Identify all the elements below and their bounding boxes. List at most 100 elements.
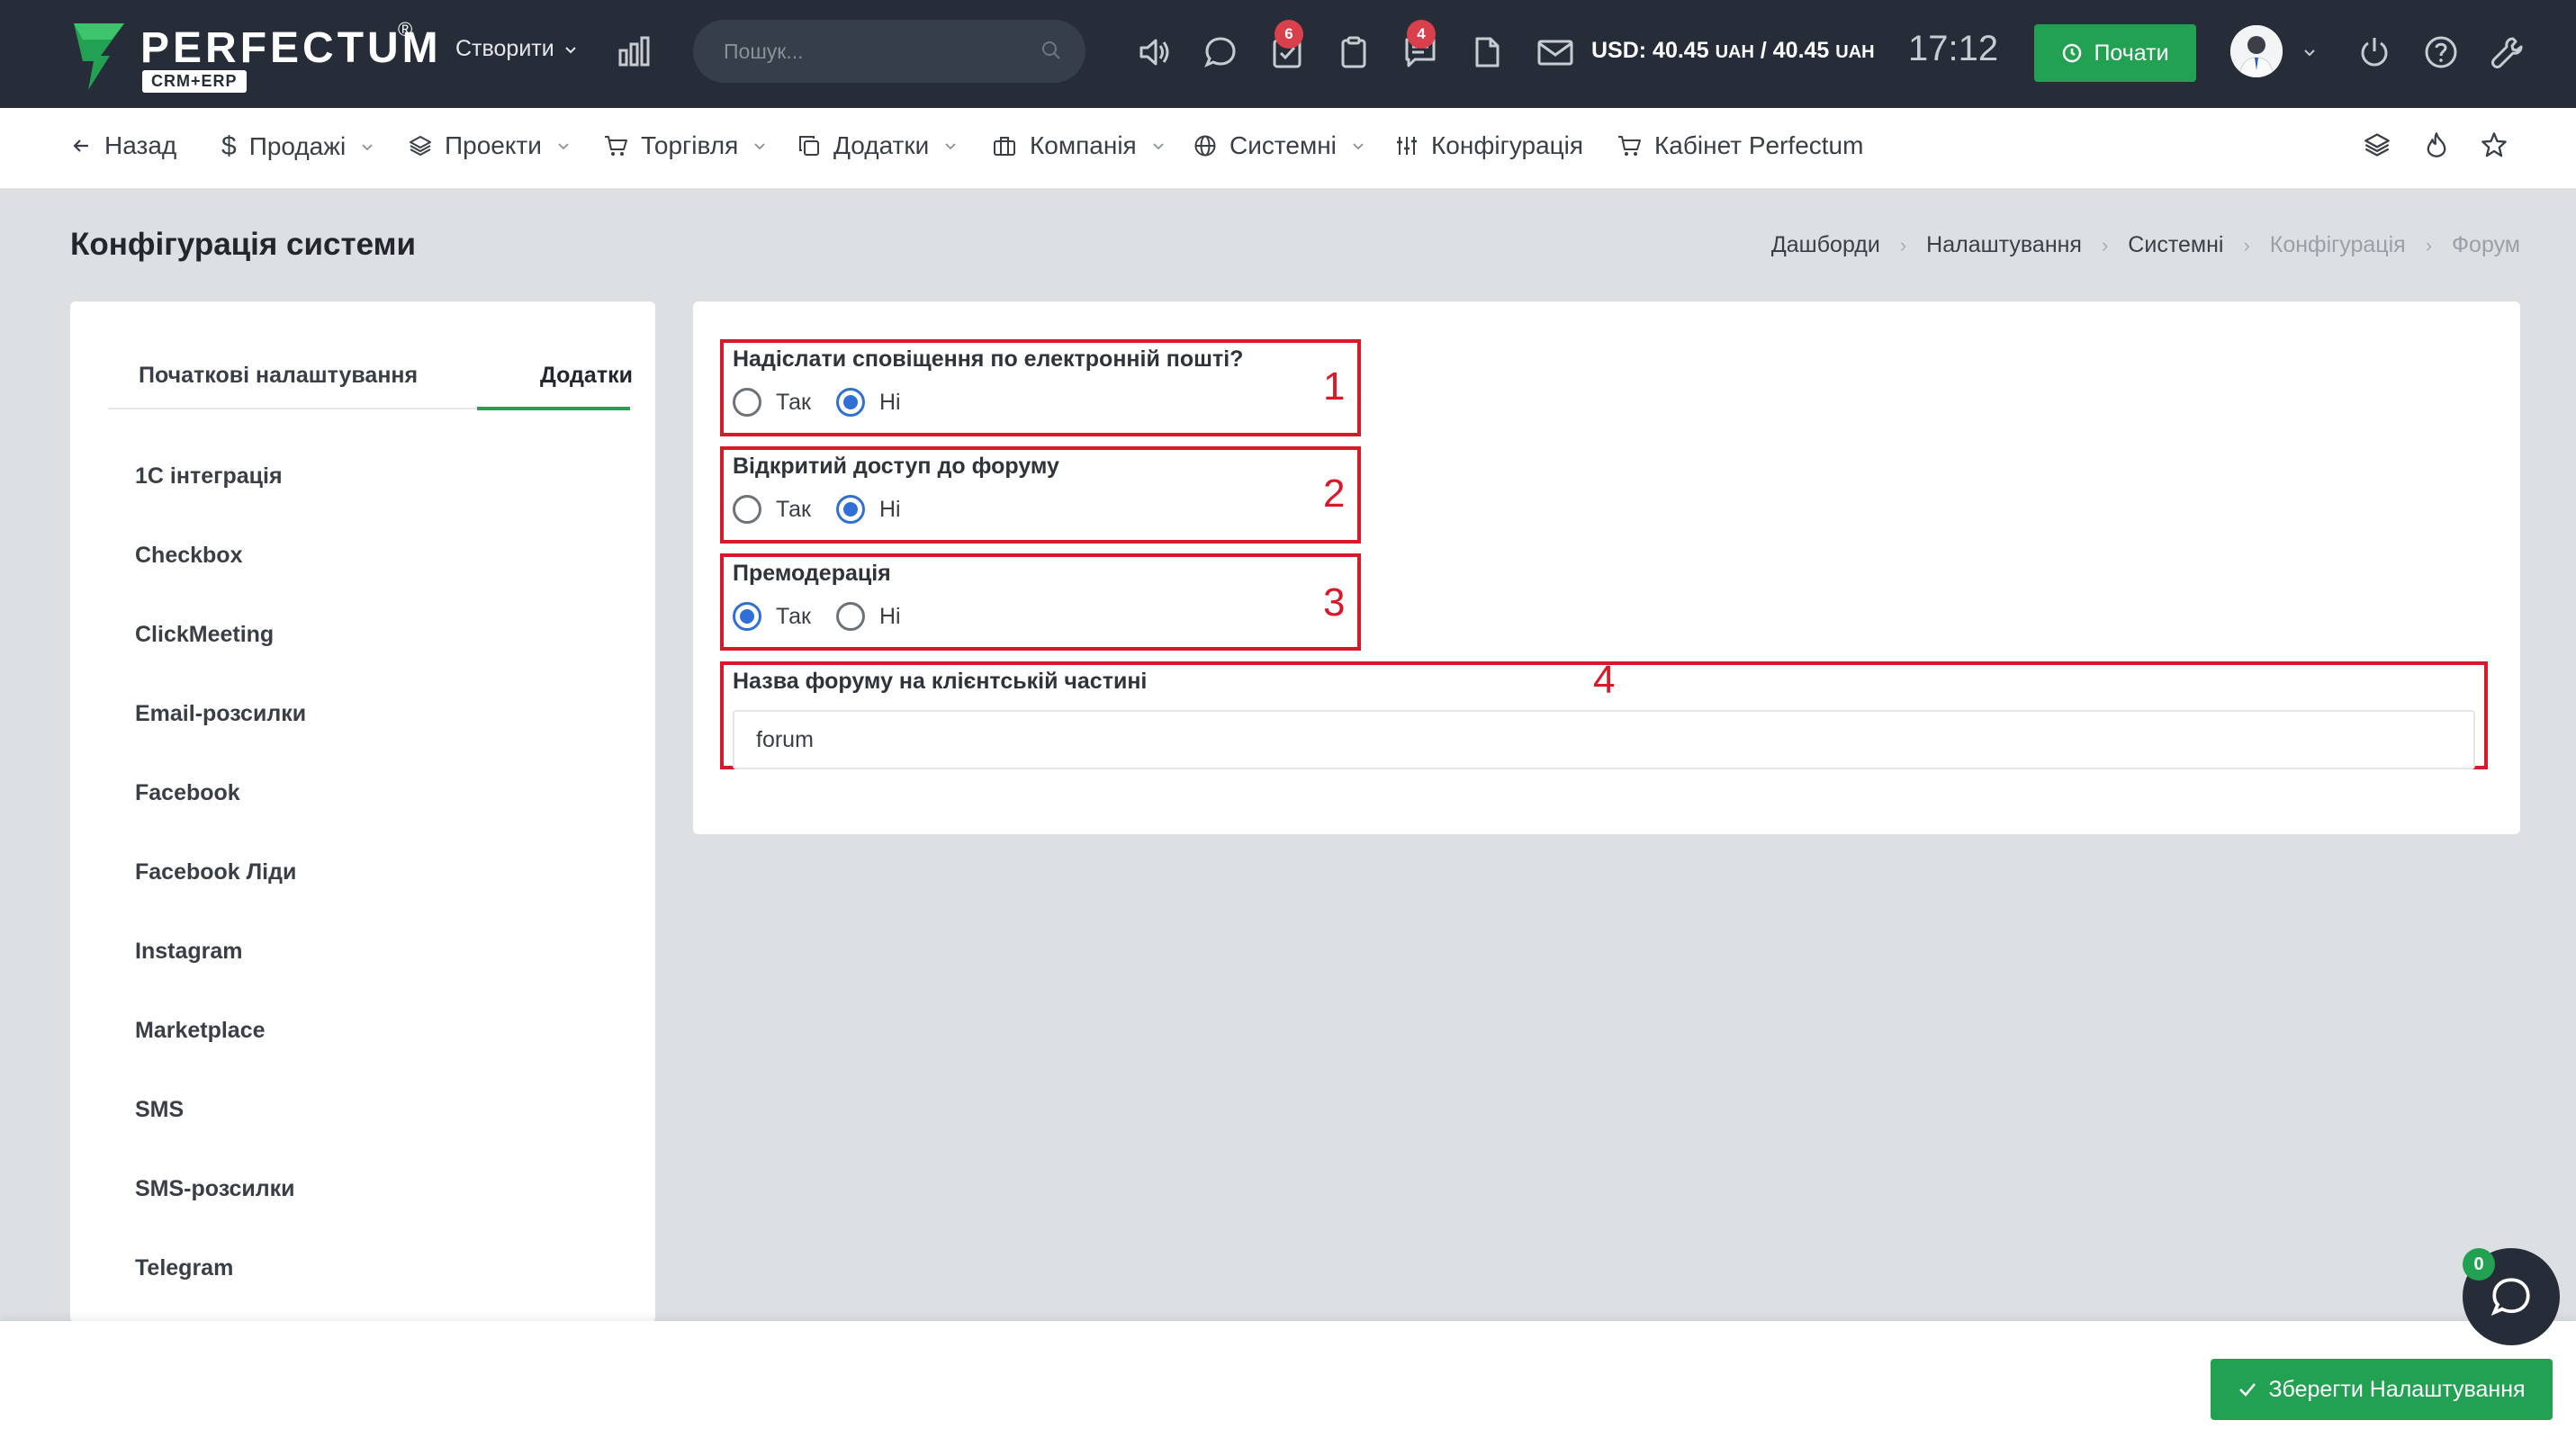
forum-settings-panel: Надіслати сповіщення по електронній пошт… (693, 301, 2520, 834)
radio-button[interactable] (733, 388, 761, 417)
nav-company[interactable]: Компанія (992, 131, 1166, 160)
open-access-yes[interactable]: Так (733, 495, 811, 524)
sidebar-item-sms[interactable]: SMS (135, 1088, 306, 1167)
premoderation-yes[interactable]: Так (733, 602, 811, 631)
volume-icon[interactable] (1136, 34, 1172, 70)
nav-config[interactable]: Конфігурація (1395, 131, 1583, 160)
email-notify-radio-group: Так Ні (733, 388, 926, 417)
nav-system[interactable]: Системні (1193, 131, 1365, 160)
messages-badge: 4 (1407, 20, 1436, 49)
email-notify-field: Надіслати сповіщення по електронній пошт… (720, 339, 1361, 436)
clock: 17:12 (1908, 29, 1999, 68)
settings-sidebar: Початкові налаштування Додатки 1С інтегр… (70, 301, 655, 1323)
chat-icon (2490, 1278, 2530, 1317)
globe-icon (1194, 135, 1216, 157)
premoderation-field: Премодерація Так Ні 3 (720, 553, 1361, 651)
breadcrumb-separator: › (1899, 233, 1907, 256)
sidebar-item-marketplace[interactable]: Marketplace (135, 1009, 306, 1088)
email-notify-no[interactable]: Ні (836, 388, 901, 417)
sidebar-item-facebook-leads[interactable]: Facebook Ліди (135, 850, 306, 930)
document-icon[interactable] (1469, 34, 1505, 70)
radio-button-checked[interactable] (733, 602, 761, 631)
avatar[interactable] (2230, 25, 2283, 77)
save-settings-button[interactable]: Зберегти Налаштування (2211, 1359, 2553, 1420)
sidebar-item-facebook[interactable]: Facebook (135, 771, 306, 850)
help-icon[interactable] (2423, 34, 2459, 70)
breadcrumb-separator: › (2425, 233, 2433, 256)
mail-icon[interactable] (1536, 34, 1577, 70)
chevron-down-icon (362, 144, 373, 151)
sidebar-item-telegram[interactable]: Telegram (135, 1246, 306, 1326)
email-notify-yes[interactable]: Так (733, 388, 811, 417)
search-icon[interactable] (1040, 40, 1062, 61)
premoderation-no[interactable]: Ні (836, 602, 901, 631)
fire-icon[interactable] (2423, 131, 2450, 158)
nav-sales[interactable]: $ Продажі (221, 131, 374, 162)
radio-button-checked[interactable] (836, 495, 865, 524)
layers-icon[interactable] (2364, 131, 2391, 158)
sidebar-item-1c[interactable]: 1С інтеграція (135, 454, 306, 534)
sidebar-item-checkbox[interactable]: Checkbox (135, 534, 306, 613)
sidebar-item-sms-mailing[interactable]: SMS-розсилки (135, 1167, 306, 1246)
radio-button-checked[interactable] (836, 388, 865, 417)
nav-projects[interactable]: Проекти (409, 131, 571, 160)
currency-value: USD: 40.45 (1591, 38, 1709, 63)
top-bar: PERFECTUM ® CRM+ERP Створити 6 4 (0, 0, 2576, 108)
sidebar-item-clickmeeting[interactable]: ClickMeeting (135, 613, 306, 692)
clock-icon (2063, 43, 2082, 63)
nav-cabinet[interactable]: Кабінет Perfectum (1617, 131, 1863, 160)
user-avatar-icon (2230, 25, 2283, 77)
sidebar-item-instagram[interactable]: Instagram (135, 930, 306, 1009)
currency-unit: UAH (1715, 42, 1754, 62)
nav-company-label: Компанія (1030, 131, 1137, 159)
chevron-down-icon (1153, 143, 1164, 150)
stats-icon[interactable] (617, 34, 652, 68)
breadcrumb-item[interactable]: Налаштування (1926, 232, 2082, 258)
breadcrumb-item[interactable]: Дашборди (1771, 232, 1880, 258)
nav-system-label: Системні (1229, 131, 1337, 159)
nav-addons[interactable]: Додатки (797, 131, 958, 160)
annotation-number: 1 (1323, 364, 1346, 409)
cart-icon (1618, 136, 1641, 156)
nav-addons-label: Додатки (833, 131, 930, 159)
chevron-down-icon (1353, 143, 1364, 150)
chevron-down-icon (754, 143, 765, 150)
premoderation-radio-group: Так Ні (733, 602, 926, 631)
search-box (693, 20, 1085, 83)
breadcrumb-item[interactable]: Системні (2128, 232, 2223, 258)
nav-back-label: Назад (104, 131, 177, 159)
forum-name-label: Назва форуму на клієнтській частині (733, 669, 1148, 694)
forum-name-input[interactable]: forum (733, 710, 2475, 769)
open-access-radio-group: Так Ні (733, 495, 926, 524)
currency-rate: USD: 40.45 UAH / 40.45 UAH (1591, 38, 1875, 64)
nav-trade[interactable]: Торгівля (603, 131, 767, 160)
nav-back[interactable]: Назад (70, 131, 176, 160)
create-menu-button[interactable]: Створити (455, 36, 578, 62)
dollar-icon: $ (221, 131, 237, 161)
chevron-down-icon[interactable] (2302, 45, 2317, 59)
tab-addons[interactable]: Додатки (540, 363, 633, 389)
email-notify-label: Надіслати сповіщення по електронній пошт… (733, 346, 1244, 372)
chat-icon[interactable] (1202, 34, 1238, 70)
logo-subtitle: CRM+ERP (142, 70, 247, 93)
open-access-label: Відкритий доступ до форуму (733, 454, 1059, 479)
search-input[interactable] (724, 36, 1021, 67)
chevron-down-icon (945, 143, 956, 150)
sidebar-item-email[interactable]: Email-розсилки (135, 692, 306, 771)
wrench-icon[interactable] (2490, 34, 2526, 70)
power-icon[interactable] (2356, 34, 2392, 70)
annotation-number: 2 (1323, 472, 1346, 516)
arrow-left-icon (73, 139, 88, 152)
start-button[interactable]: Почати (2034, 24, 2196, 82)
open-access-no[interactable]: Ні (836, 495, 901, 524)
clipboard-icon[interactable] (1336, 34, 1372, 70)
logo[interactable]: PERFECTUM ® CRM+ERP (70, 18, 438, 99)
radio-button[interactable] (836, 602, 865, 631)
breadcrumb-separator: › (2101, 233, 2109, 256)
breadcrumb-separator: › (2243, 233, 2250, 256)
tab-initial-settings[interactable]: Початкові налаштування (139, 363, 418, 389)
breadcrumb-item[interactable]: Конфігурація (2270, 232, 2406, 258)
radio-button[interactable] (733, 495, 761, 524)
star-icon[interactable] (2481, 131, 2508, 158)
currency-value-2: / 40.45 (1753, 38, 1830, 63)
